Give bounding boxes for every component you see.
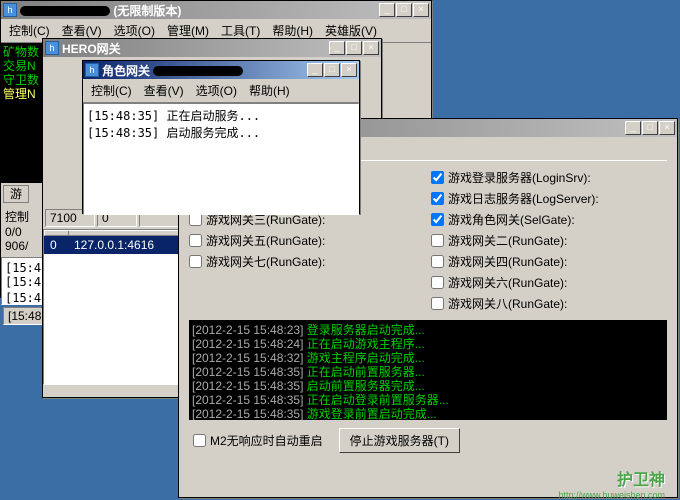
check-m2-restart[interactable]: [193, 434, 206, 447]
titlebar[interactable]: h 角色网关 _ □ ×: [83, 61, 359, 79]
minimize-button[interactable]: _: [625, 121, 641, 135]
window-title: HERO网关: [62, 40, 329, 57]
menu-help[interactable]: 帮助(H): [243, 80, 296, 101]
maximize-button[interactable]: □: [642, 121, 658, 135]
check-rungate5[interactable]: [189, 234, 202, 247]
app-icon: h: [45, 41, 59, 55]
sidebar-stats: 矿物数 交易N 守卫数 管理N: [1, 43, 43, 183]
minimize-button[interactable]: _: [379, 3, 395, 17]
check-rungate4[interactable]: [431, 255, 444, 268]
maximize-button[interactable]: □: [346, 41, 362, 55]
titlebar[interactable]: h HERO网关 _ □ ×: [43, 39, 381, 57]
menubar: 控制(C) 查看(V) 选项(O) 帮助(H): [83, 79, 359, 103]
app-icon: h: [85, 63, 99, 77]
close-button[interactable]: ×: [363, 41, 379, 55]
menu-view[interactable]: 查看(V): [138, 80, 190, 101]
log-area: [15:48:35] 正在启动服务... [15:48:35] 启动服务完成..…: [83, 103, 359, 215]
close-button[interactable]: ×: [659, 121, 675, 135]
check-rungate2[interactable]: [431, 234, 444, 247]
close-button[interactable]: ×: [413, 3, 429, 17]
menu-control[interactable]: 控制(C): [85, 80, 138, 101]
titlebar[interactable]: h (无限制版本) _ □ ×: [1, 1, 431, 19]
check-sel-gate[interactable]: [431, 213, 444, 226]
check-rungate6[interactable]: [431, 276, 444, 289]
window-title: 角色网关: [102, 62, 307, 79]
role-gate-window[interactable]: h 角色网关 _ □ × 控制(C) 查看(V) 选项(O) 帮助(H) [15…: [82, 60, 360, 214]
tab-game[interactable]: 游: [3, 185, 29, 203]
app-icon: h: [3, 3, 17, 17]
minimize-button[interactable]: _: [329, 41, 345, 55]
watermark-url: http://www.huweishen.com: [558, 490, 665, 500]
check-rungate7[interactable]: [189, 255, 202, 268]
maximize-button[interactable]: □: [396, 3, 412, 17]
menu-options[interactable]: 选项(O): [190, 80, 243, 101]
close-button[interactable]: ×: [341, 63, 357, 77]
minimize-button[interactable]: _: [307, 63, 323, 77]
check-login-srv[interactable]: [431, 171, 444, 184]
startup-console: [2012-2-15 15:48:23] 登录服务器启动完成... [2012-…: [189, 320, 667, 420]
watermark-logo: 护卫神: [617, 466, 665, 490]
check-log-server[interactable]: [431, 192, 444, 205]
check-rungate8[interactable]: [431, 297, 444, 310]
maximize-button[interactable]: □: [324, 63, 340, 77]
stop-server-button[interactable]: 停止游戏服务器(T): [339, 428, 460, 453]
window-title: (无限制版本): [20, 2, 379, 19]
